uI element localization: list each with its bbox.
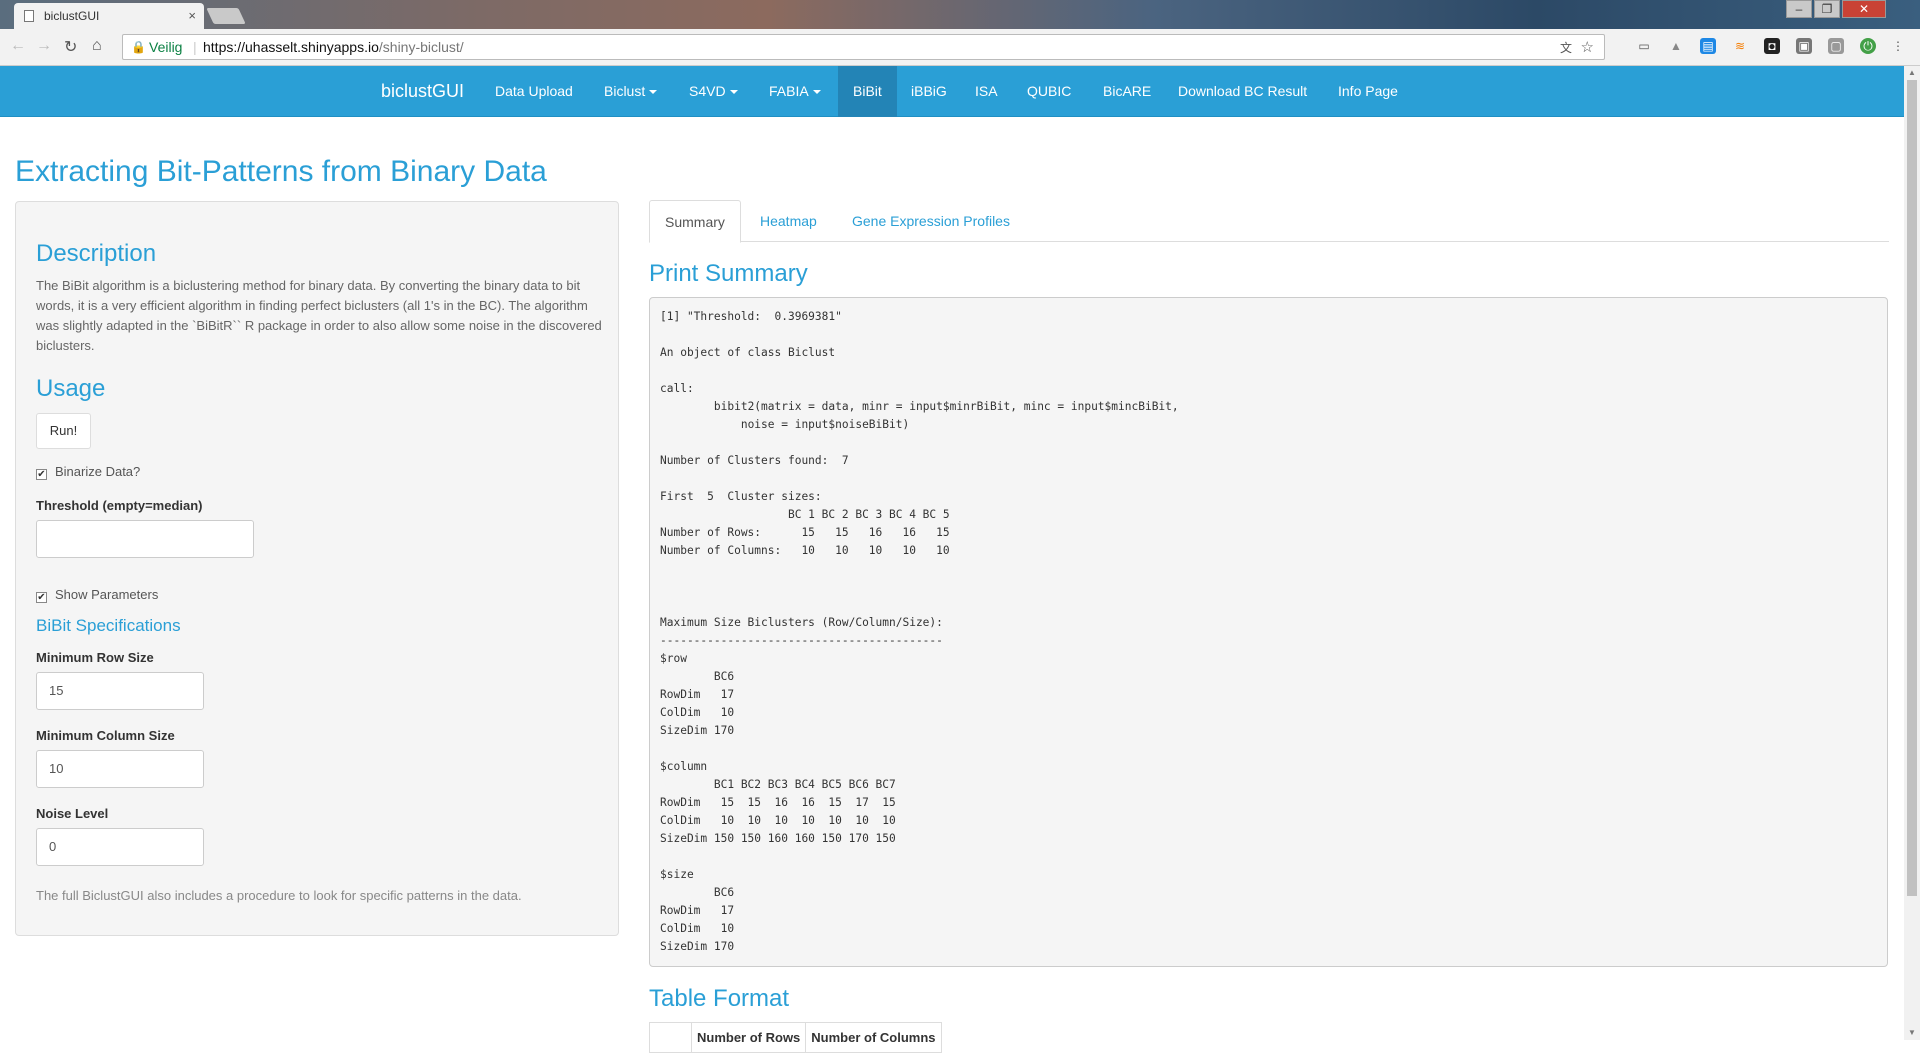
nav-bibit[interactable]: BiBit xyxy=(838,66,897,117)
checkbox-checked-icon[interactable]: ✔ xyxy=(36,592,47,603)
show-parameters-label: Show Parameters xyxy=(55,587,159,602)
extension-light-icon[interactable]: ▢ xyxy=(1828,38,1844,54)
usage-heading: Usage xyxy=(36,375,106,402)
nav-data-upload[interactable]: Data Upload xyxy=(480,66,588,117)
run-button[interactable]: Run! xyxy=(36,413,91,449)
min-row-size-input[interactable]: 15 xyxy=(36,672,204,710)
description-heading: Description xyxy=(36,240,157,267)
description-text: The BiBit algorithm is a biclustering me… xyxy=(36,278,602,353)
table-format-heading: Table Format xyxy=(649,985,790,1012)
nav-fabia[interactable]: FABIA xyxy=(754,66,836,117)
binarize-checkbox[interactable]: ✔ Binarize Data? xyxy=(36,464,140,480)
scroll-up-icon[interactable]: ▲ xyxy=(1908,68,1916,77)
url-path: /shiny-biclust/ xyxy=(378,39,464,55)
window-close-icon[interactable]: ✕ xyxy=(1842,0,1886,18)
noise-level-input[interactable]: 0 xyxy=(36,828,204,866)
binarize-label: Binarize Data? xyxy=(55,464,141,479)
reload-icon[interactable]: ↻ xyxy=(64,37,77,57)
nav-s4vd[interactable]: S4VD xyxy=(674,66,753,117)
drive-icon[interactable]: ▲ xyxy=(1668,38,1684,54)
min-column-size-label: Minimum Column Size xyxy=(36,728,175,743)
back-icon[interactable]: ← xyxy=(10,37,26,55)
cast-icon[interactable]: ▭ xyxy=(1636,38,1652,54)
scrollbar-thumb[interactable] xyxy=(1907,80,1917,896)
home-icon[interactable]: ⌂ xyxy=(92,37,102,55)
threshold-label: Threshold (empty=median) xyxy=(36,498,203,513)
secure-label: Veilig xyxy=(149,39,183,55)
footnote-text: The full BiclustGUI also includes a proc… xyxy=(36,888,522,903)
nav-fabia-label: FABIA xyxy=(769,83,809,99)
sidebar-panel: Description The BiBit algorithm is a bic… xyxy=(15,201,619,936)
navbar-brand[interactable]: biclustGUI xyxy=(366,66,479,117)
url-host: https://uhasselt.shinyapps.io xyxy=(203,39,379,55)
address-bar[interactable]: 🔒 Veilig | https://uhasselt.shinyapps.io… xyxy=(122,34,1605,60)
scroll-down-icon[interactable]: ▼ xyxy=(1908,1028,1916,1037)
minimize-icon[interactable]: ‒ xyxy=(1786,0,1812,18)
caret-down-icon xyxy=(729,90,738,95)
nav-info-page[interactable]: Info Page xyxy=(1323,66,1413,117)
table-header-row: Number of Rows Number of Columns xyxy=(649,1022,942,1053)
page-icon xyxy=(24,10,34,22)
caret-down-icon xyxy=(649,90,658,95)
browser-tab-strip: biclustGUI × ‒ ❐ ✕ xyxy=(0,0,1920,29)
nav-qubic[interactable]: QUBIC xyxy=(1012,66,1086,117)
rss-icon[interactable]: ≋ xyxy=(1732,38,1748,54)
caret-down-icon xyxy=(812,90,821,95)
min-column-size-input[interactable]: 10 xyxy=(36,750,204,788)
summary-table: Number of Rows Number of Columns xyxy=(649,1022,942,1053)
browser-tab-title: biclustGUI xyxy=(44,9,100,23)
page-scrollbar[interactable]: ▲ ▼ xyxy=(1904,66,1920,1040)
threshold-input[interactable] xyxy=(36,520,254,558)
extension-dark-icon[interactable]: ◘ xyxy=(1764,38,1780,54)
tab-heatmap[interactable]: Heatmap xyxy=(745,200,832,242)
nav-download-bc-result[interactable]: Download BC Result xyxy=(1163,66,1322,117)
bibit-specifications-heading: BiBit Specifications xyxy=(36,616,181,635)
browser-tab[interactable]: biclustGUI × xyxy=(14,3,204,29)
nav-bicare[interactable]: BicARE xyxy=(1088,66,1166,117)
nav-s4vd-label: S4VD xyxy=(689,83,726,99)
app-navbar: biclustGUI Data Upload Biclust S4VD FABI… xyxy=(0,66,1904,117)
table-header-empty xyxy=(649,1022,692,1053)
restore-icon[interactable]: ❐ xyxy=(1814,0,1840,18)
forward-icon[interactable]: → xyxy=(36,37,52,55)
extension-icon[interactable]: ▤ xyxy=(1700,38,1716,54)
menu-icon[interactable]: ⋮ xyxy=(1890,38,1906,54)
bookmark-star-icon[interactable]: ☆ xyxy=(1581,38,1594,56)
browser-toolbar: ← → ↻ ⌂ 🔒 Veilig | https://uhasselt.shin… xyxy=(0,29,1920,66)
lock-icon: 🔒 xyxy=(131,40,146,54)
url-text: https://uhasselt.shinyapps.io/shiny-bicl… xyxy=(203,39,464,55)
noise-level-label: Noise Level xyxy=(36,806,109,821)
print-summary-heading: Print Summary xyxy=(649,260,808,287)
address-separator: | xyxy=(193,39,197,55)
min-row-size-label: Minimum Row Size xyxy=(36,650,154,665)
nav-biclust-label: Biclust xyxy=(604,83,646,99)
nav-ibbig[interactable]: iBBiG xyxy=(896,66,962,117)
checkbox-checked-icon[interactable]: ✔ xyxy=(36,469,47,480)
table-header-rows: Number of Rows xyxy=(690,1022,807,1053)
close-icon[interactable]: × xyxy=(188,8,196,23)
show-parameters-checkbox[interactable]: ✔ Show Parameters xyxy=(36,587,158,603)
table-header-columns: Number of Columns xyxy=(805,1022,942,1053)
tab-summary[interactable]: Summary xyxy=(649,200,741,243)
result-tabs: Summary Heatmap Gene Expression Profiles xyxy=(649,200,1889,243)
page-title: Extracting Bit-Patterns from Binary Data xyxy=(15,155,547,188)
translate-icon[interactable]: 文 xyxy=(1560,39,1572,56)
power-icon[interactable]: ⏻ xyxy=(1860,38,1876,54)
nav-biclust[interactable]: Biclust xyxy=(589,66,672,117)
new-tab-button[interactable] xyxy=(206,8,246,24)
summary-output: [1] "Threshold: 0.3969381" An object of … xyxy=(649,297,1888,967)
nav-isa[interactable]: ISA xyxy=(960,66,1013,117)
extension-gray-icon[interactable]: ▣ xyxy=(1796,38,1812,54)
tab-gene-expression-profiles[interactable]: Gene Expression Profiles xyxy=(837,200,1025,242)
